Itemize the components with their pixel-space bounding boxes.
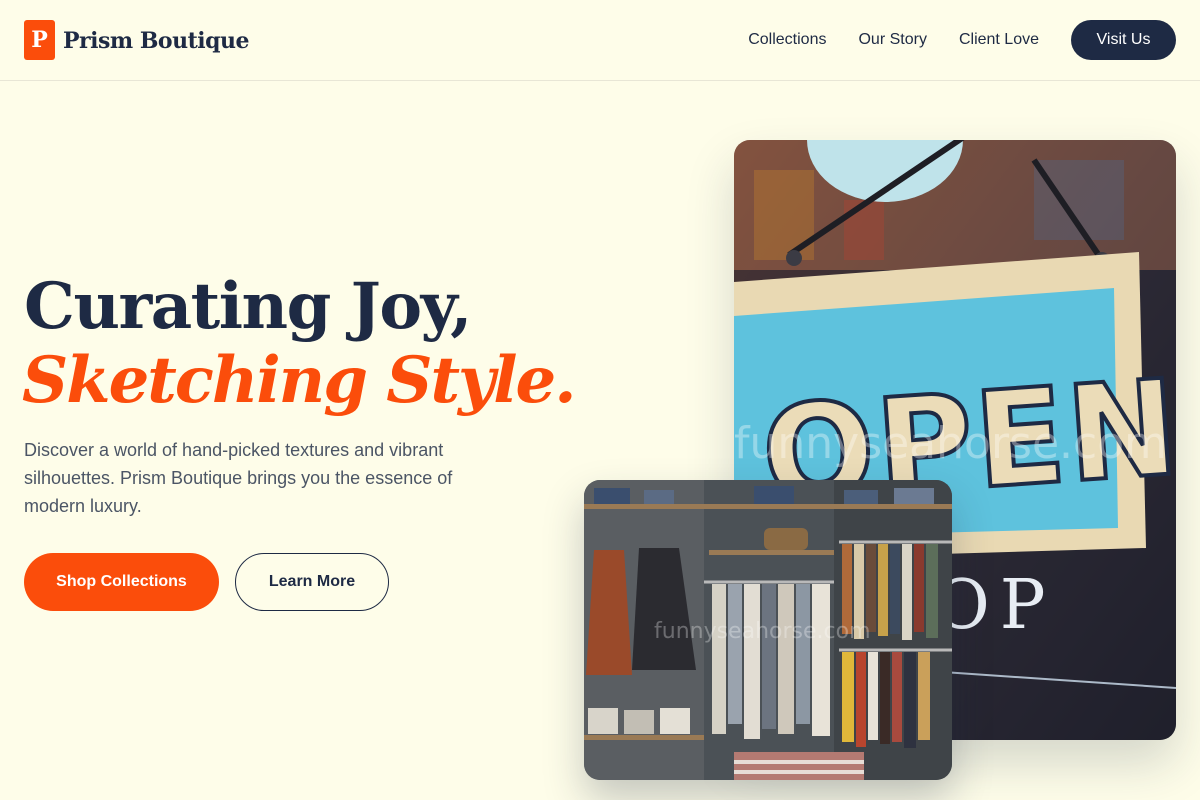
brand-logo-icon[interactable]: P xyxy=(24,20,55,60)
window-lettering: OP xyxy=(934,566,1056,645)
learn-more-button[interactable]: Learn More xyxy=(235,553,389,611)
shop-collections-button[interactable]: Shop Collections xyxy=(24,553,219,611)
interior-watermark: funnyseahorse.com xyxy=(654,619,871,644)
visit-us-button[interactable]: Visit Us xyxy=(1071,20,1176,60)
storefront-watermark: funnyseahorse.com xyxy=(734,418,1167,469)
boutique-interior-image: funnyseahorse.com xyxy=(584,480,952,780)
nav-link-client-love[interactable]: Client Love xyxy=(959,31,1039,49)
hero-description: Discover a world of hand-picked textures… xyxy=(24,440,453,516)
brand-name[interactable]: Prism Boutique xyxy=(63,26,249,56)
hero-title: Curating Joy, xyxy=(24,269,472,344)
main-nav: Collections Our Story Client Love Visit … xyxy=(748,20,1176,60)
hero-title-accent: Sketching Style. xyxy=(22,343,577,418)
site-header: P Prism Boutique Collections Our Story C… xyxy=(0,0,1200,81)
nav-link-our-story[interactable]: Our Story xyxy=(858,31,926,49)
nav-link-collections[interactable]: Collections xyxy=(748,31,826,49)
